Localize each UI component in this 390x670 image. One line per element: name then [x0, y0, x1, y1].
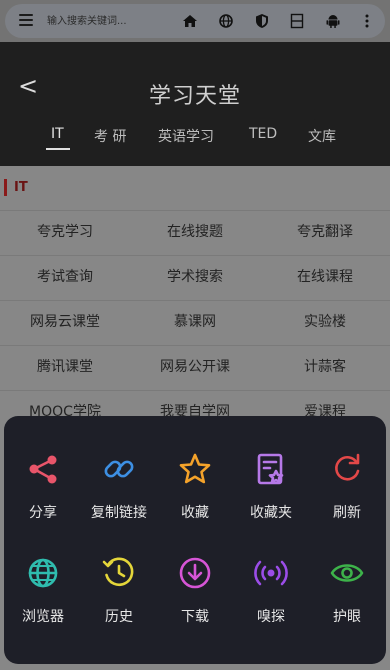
- section-title: IT: [14, 180, 28, 195]
- grid-link-item[interactable]: 网易云课堂: [0, 300, 130, 345]
- grid-link-item[interactable]: 在线搜题: [130, 210, 260, 255]
- download-icon: [179, 557, 211, 589]
- action-label: 嗅探: [257, 609, 285, 625]
- action-label: 刷新: [333, 505, 361, 521]
- history-action[interactable]: 历史: [81, 556, 157, 626]
- reader-mode-icon[interactable]: [289, 13, 305, 29]
- action-sheet: 分享 复制链接 收藏 收藏夹 刷新浏览器 历史 下载 嗅探 护眼: [4, 416, 386, 664]
- address-bar[interactable]: 输入搜索关键词...: [5, 4, 385, 38]
- grid-link-item[interactable]: 在线课程: [260, 255, 390, 300]
- star-action[interactable]: 收藏: [157, 452, 233, 522]
- grid-link-item[interactable]: 计蒜客: [260, 345, 390, 390]
- download-action[interactable]: 下载: [157, 556, 233, 626]
- link-icon: [104, 460, 134, 478]
- grid-link-item[interactable]: 考试查询: [0, 255, 130, 300]
- active-tab-indicator: [46, 148, 70, 150]
- grid-link-item[interactable]: 慕课网: [130, 300, 260, 345]
- bookmark-folder-icon: [257, 453, 284, 485]
- sniff-icon: [254, 560, 288, 586]
- action-label: 复制链接: [91, 505, 147, 521]
- sniff-action[interactable]: 嗅探: [233, 556, 309, 626]
- share-icon: [29, 455, 57, 484]
- grid-link-item[interactable]: 夸克翻译: [260, 210, 390, 255]
- tab-it[interactable]: IT: [51, 126, 64, 142]
- more-icon[interactable]: [359, 13, 375, 29]
- globe-icon: [28, 558, 58, 588]
- page-title: 学习天堂: [148, 84, 241, 109]
- search-input[interactable]: 输入搜索关键词...: [47, 12, 157, 27]
- action-label: 历史: [105, 609, 133, 625]
- refresh-action[interactable]: 刷新: [309, 452, 385, 522]
- grid-link-item[interactable]: 网易公开课: [130, 345, 260, 390]
- eye-icon: [330, 564, 364, 582]
- tab-english[interactable]: 英语学习: [158, 126, 214, 146]
- star-icon: [179, 453, 211, 484]
- action-label: 分享: [29, 505, 57, 521]
- browser-toolbar: 输入搜索关键词...: [0, 0, 390, 42]
- tab-kaoyan[interactable]: 考 研: [94, 126, 126, 146]
- shield-icon[interactable]: [254, 13, 270, 29]
- grid-link-item[interactable]: 实验楼: [260, 300, 390, 345]
- action-label: 收藏: [181, 505, 209, 521]
- android-icon[interactable]: [325, 13, 341, 29]
- bookmark-folder-action[interactable]: 收藏夹: [233, 452, 309, 522]
- action-label: 收藏夹: [250, 505, 292, 521]
- globe-icon[interactable]: [218, 13, 234, 29]
- eye-action[interactable]: 护眼: [309, 556, 385, 626]
- page-header: < 学习天堂 IT 考 研 英语学习 TED 文库: [0, 42, 390, 166]
- home-icon[interactable]: [182, 13, 198, 29]
- action-label: 下载: [181, 609, 209, 625]
- action-label: 浏览器: [22, 609, 64, 625]
- grid-link-item[interactable]: 腾讯课堂: [0, 345, 130, 390]
- link-action[interactable]: 复制链接: [81, 452, 157, 522]
- history-icon: [102, 557, 134, 587]
- share-action[interactable]: 分享: [5, 452, 81, 522]
- section-marker: [4, 179, 7, 196]
- tab-wenku[interactable]: 文库: [308, 126, 336, 146]
- grid-link-item[interactable]: 学术搜索: [130, 255, 260, 300]
- grid-link-item[interactable]: 夸克学习: [0, 210, 130, 255]
- refresh-icon: [335, 453, 360, 481]
- action-label: 护眼: [333, 609, 361, 625]
- tab-ted[interactable]: TED: [249, 126, 277, 142]
- globe-action[interactable]: 浏览器: [5, 556, 81, 626]
- menu-icon[interactable]: [19, 14, 33, 26]
